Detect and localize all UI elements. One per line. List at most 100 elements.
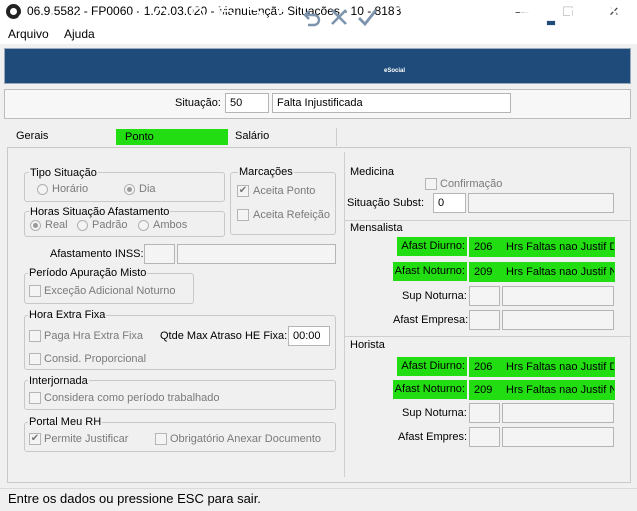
tab-gerais[interactable]: Gerais xyxy=(16,130,48,142)
medicina-divider xyxy=(344,220,630,221)
menu-ajuda[interactable]: Ajuda xyxy=(64,27,95,41)
situacao-subst-desc-field[interactable] xyxy=(468,193,614,213)
mensalista-sup-noturna-label: Sup Noturna: xyxy=(402,290,467,302)
permite-justificar-label: Permite Justificar xyxy=(44,433,129,445)
marcacoes-title: Marcações xyxy=(238,166,294,178)
excecao-checkbox[interactable] xyxy=(29,285,41,297)
situacao-label: Situação: xyxy=(175,97,221,109)
excecao-label: Exceção Adicional Noturno xyxy=(44,285,176,297)
horista-afast-noturno-desc[interactable]: Hrs Faltas nao Justif N xyxy=(501,380,615,400)
status-text: Entre os dados ou pressione ESC para sai… xyxy=(8,491,261,506)
paga-hra-extra-label: Paga Hra Extra Fixa xyxy=(44,330,144,342)
confirmacao-label: Confirmação xyxy=(440,178,503,190)
horista-afast-diurno-desc[interactable]: Hrs Faltas nao Justif D xyxy=(501,357,615,377)
horista-afast-noturno-code[interactable]: 209 xyxy=(469,380,501,400)
medicina-title: Medicina xyxy=(349,166,396,178)
horista-afast-empres-desc[interactable] xyxy=(502,427,614,447)
mensalista-afast-diurno-code[interactable]: 206 xyxy=(469,237,501,257)
edit-icon[interactable] xyxy=(243,5,267,29)
confirm-icon[interactable] xyxy=(355,5,379,29)
radio-horario[interactable] xyxy=(37,184,48,195)
horista-sup-noturna-label: Sup Noturna: xyxy=(402,407,467,419)
qtde-max-atraso-field[interactable]: 00:00 xyxy=(288,326,330,346)
esocial-icon[interactable] xyxy=(386,5,414,29)
horista-sup-noturna-desc[interactable] xyxy=(502,403,614,423)
afastamento-inss-label: Afastamento INSS: xyxy=(50,248,144,260)
confirmacao-checkbox[interactable] xyxy=(425,178,437,190)
situacao-desc-field[interactable]: Falta Injustificada xyxy=(272,93,511,113)
exit-icon[interactable] xyxy=(567,5,591,29)
mensalista-afast-diurno-label: Afast Diurno: xyxy=(397,237,467,256)
last-record-icon[interactable]: » xyxy=(94,5,118,29)
main-window: 06.9.5582 - FP0060 - 1.02.03.020 - Manut… xyxy=(0,0,637,511)
mensalista-title: Mensalista xyxy=(349,222,404,234)
portal-rh-title: Portal Meu RH xyxy=(28,416,103,428)
first-record-icon[interactable]: « xyxy=(10,5,34,29)
paga-hra-extra-checkbox[interactable] xyxy=(29,330,41,342)
radio-dia-label: Dia xyxy=(139,183,156,195)
horista-sup-noturna-code[interactable] xyxy=(469,403,500,423)
horista-title: Horista xyxy=(349,339,386,351)
mensalista-afast-diurno-desc[interactable]: Hrs Faltas nao Justif D xyxy=(501,237,615,257)
obrigatorio-anexar-label: Obrigatório Anexar Documento xyxy=(170,433,322,445)
mensalista-afast-noturno-desc[interactable]: Hrs Faltas nao Justif N xyxy=(501,262,615,282)
horista-afast-diurno-code[interactable]: 206 xyxy=(469,357,501,377)
tab-salario[interactable]: Salário xyxy=(235,130,269,142)
radio-ambos-label: Ambos xyxy=(153,219,188,231)
mensalista-afast-empresa-code[interactable] xyxy=(469,310,500,330)
return-icon[interactable] xyxy=(121,5,145,29)
aceita-refeicao-checkbox[interactable] xyxy=(237,209,249,221)
mensalista-afast-empresa-desc[interactable] xyxy=(502,310,614,330)
undo-icon[interactable] xyxy=(299,5,323,29)
situacao-subst-code-field[interactable]: 0 xyxy=(433,193,466,213)
radio-horario-label: Horário xyxy=(52,183,89,195)
afastamento-inss-desc-field[interactable] xyxy=(177,244,336,264)
horista-afast-empres-label: Afast Empres: xyxy=(398,431,468,443)
search-icon[interactable] xyxy=(151,5,175,29)
aceita-ponto-label: Aceita Ponto xyxy=(253,185,316,197)
consid-proporcional-checkbox[interactable] xyxy=(29,353,41,365)
menu-arquivo[interactable]: Arquivo xyxy=(8,27,49,41)
mensalista-divider xyxy=(344,336,630,337)
considera-periodo-checkbox[interactable] xyxy=(29,392,41,404)
radio-dia[interactable] xyxy=(124,184,135,195)
horista-afast-noturno-label: Afast Noturno: xyxy=(393,380,467,399)
radio-padrao[interactable] xyxy=(77,220,88,231)
consid-proporcional-label: Consid. Proporcional xyxy=(44,353,147,365)
radio-padrao-label: Padrão xyxy=(92,219,128,231)
horas-situacao-title: Horas Situação Afastamento xyxy=(29,206,171,218)
radio-real-label: Real xyxy=(45,219,68,231)
toolbar xyxy=(4,48,631,84)
tab-ponto[interactable]: Ponto xyxy=(116,129,228,145)
delete-icon[interactable] xyxy=(271,5,295,29)
radio-ambos[interactable] xyxy=(138,220,149,231)
tipo-situacao-title: Tipo Situação xyxy=(29,167,98,179)
aceita-refeicao-label: Aceita Refeição xyxy=(253,209,331,221)
periodo-apuracao-title: Período Apuração Misto xyxy=(28,267,148,279)
mensalista-sup-noturna-code[interactable] xyxy=(469,286,500,306)
horista-afast-empres-code[interactable] xyxy=(469,427,500,447)
structure-icon[interactable] xyxy=(511,5,535,29)
esocial-label: eSocial xyxy=(384,68,406,74)
cancel-icon[interactable] xyxy=(327,5,351,29)
situacao-code-field[interactable]: 50 xyxy=(225,93,269,113)
next-record-icon[interactable]: › xyxy=(66,5,90,29)
marcacoes-group xyxy=(230,172,336,235)
copy-icon[interactable] xyxy=(214,5,238,29)
mensalista-afast-noturno-code[interactable]: 209 xyxy=(469,262,501,282)
previous-record-icon[interactable]: ‹ xyxy=(39,5,63,29)
mensalista-sup-noturna-desc[interactable] xyxy=(502,286,614,306)
radio-real[interactable] xyxy=(30,220,41,231)
mensalista-afast-noturno-label: Afast Noturno: xyxy=(393,262,467,281)
help-icon[interactable]: ? xyxy=(595,5,619,29)
afastamento-inss-code-field[interactable] xyxy=(144,244,175,264)
right-column-divider xyxy=(344,152,345,477)
obrigatorio-anexar-checkbox[interactable] xyxy=(155,433,167,445)
hora-extra-title: Hora Extra Fixa xyxy=(28,309,107,321)
new-document-icon[interactable] xyxy=(186,5,210,29)
print-icon[interactable] xyxy=(539,5,563,29)
aceita-ponto-checkbox[interactable]: ✔ xyxy=(237,185,249,197)
tab-separator xyxy=(336,128,337,146)
horista-afast-diurno-label: Afast Diurno: xyxy=(397,357,467,376)
permite-justificar-checkbox[interactable]: ✔ xyxy=(29,433,41,445)
